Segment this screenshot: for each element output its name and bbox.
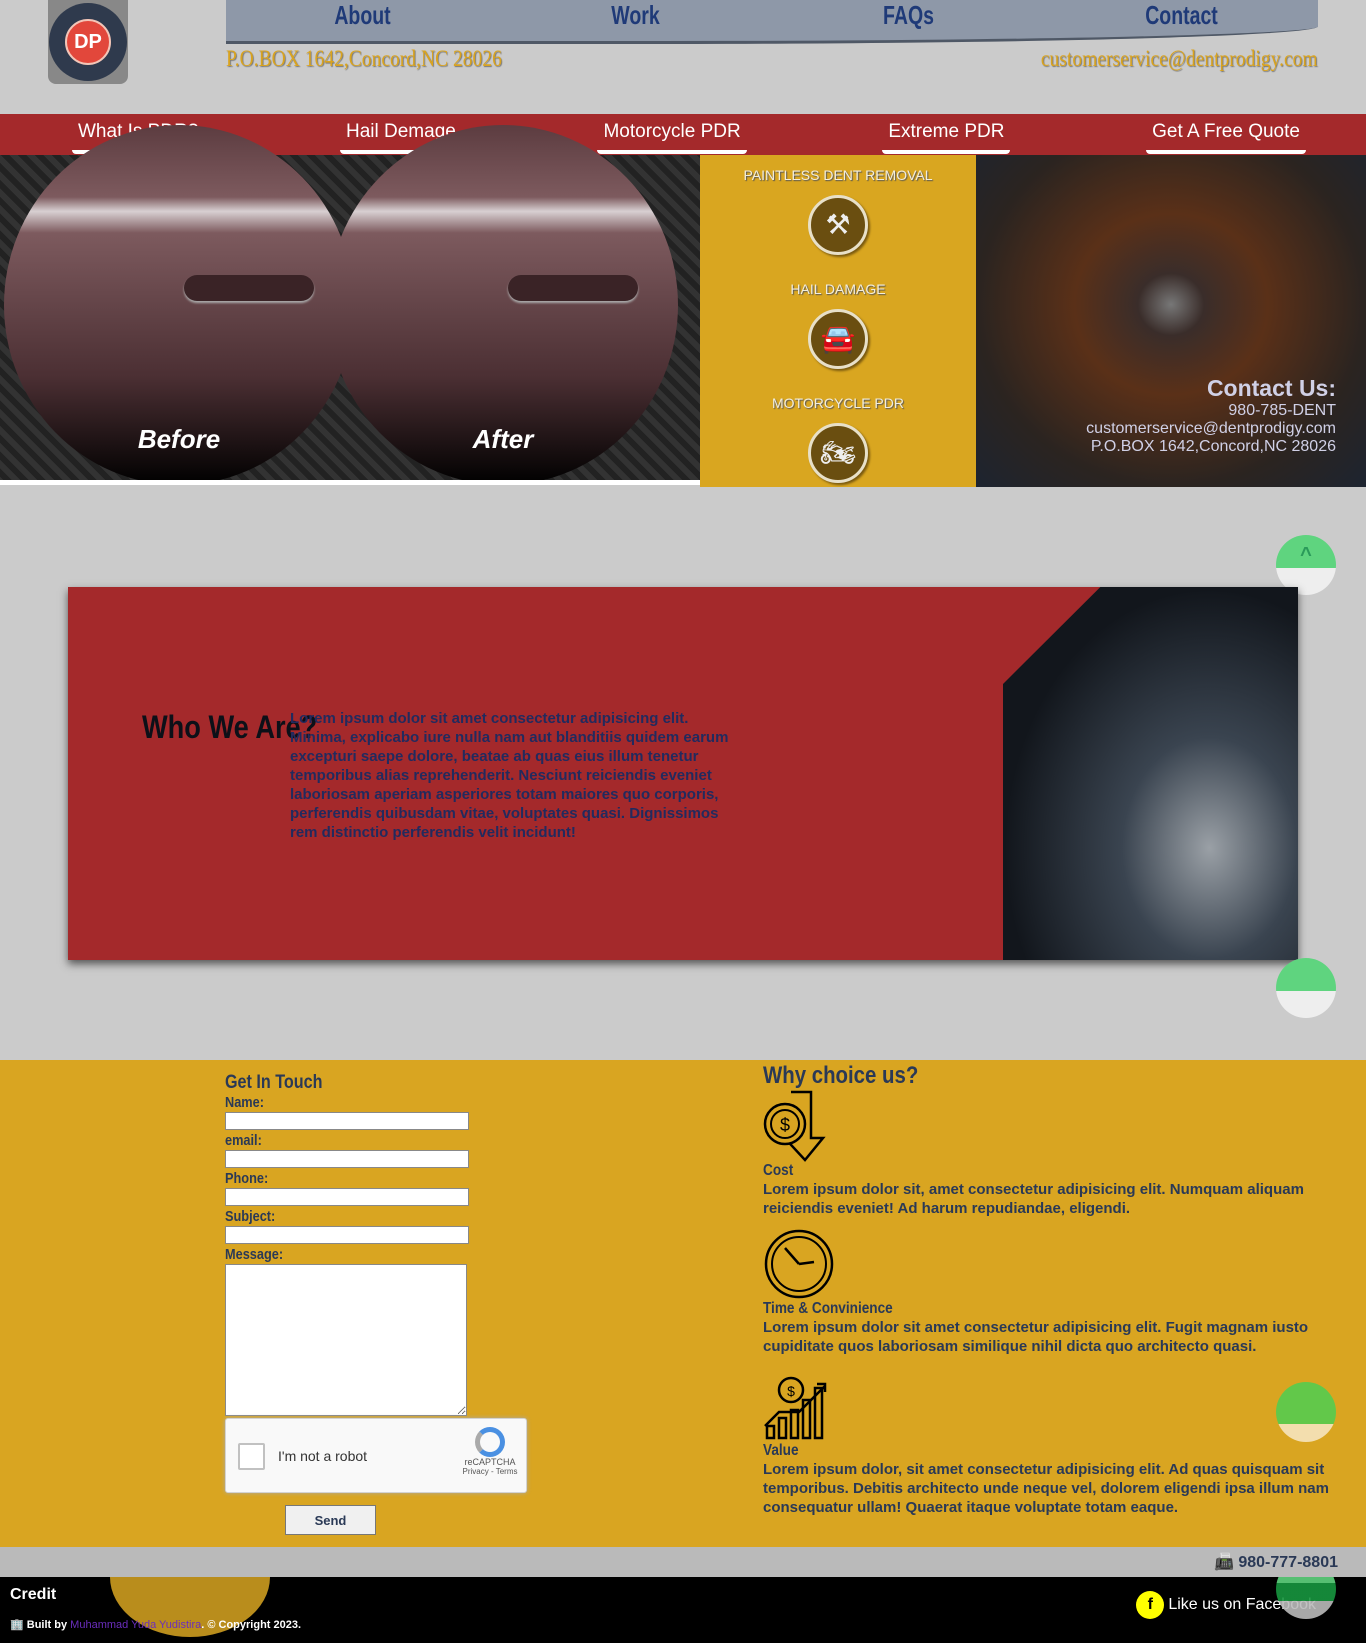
nav-extreme-pdr[interactable]: Extreme PDR: [882, 114, 1011, 154]
nav-contact[interactable]: Contact: [1079, 0, 1284, 41]
phone-input[interactable]: [225, 1188, 469, 1206]
top-nav: About Work FAQs Contact: [226, 0, 1318, 44]
credit-line: 🏢 Built by Muhammad Yuda Yudistira. © Co…: [10, 1619, 302, 1631]
why-item-text: Lorem ipsum dolor sit, amet consectetur …: [763, 1181, 1304, 1217]
scroll-button[interactable]: [1276, 958, 1336, 1018]
before-circle: Before: [4, 125, 354, 485]
captcha-checkbox[interactable]: [238, 1443, 265, 1470]
scroll-top-button[interactable]: ^: [1276, 535, 1336, 595]
message-textarea[interactable]: [225, 1264, 467, 1416]
before-after-image: Before After: [0, 125, 700, 485]
why-item-title: Cost: [763, 1162, 794, 1179]
subject-label: Subject:: [225, 1208, 276, 1225]
header-email[interactable]: customerservice@dentprodigy.com: [1041, 46, 1318, 72]
why-item-text: Lorem ipsum dolor, sit amet consectetur …: [763, 1461, 1329, 1516]
clock-icon: [764, 1229, 834, 1299]
building-icon: 🏢: [10, 1619, 24, 1631]
phone-icon: 📠: [1213, 1554, 1234, 1571]
contact-section: Get In Touch Name: email: Phone: Subject…: [0, 1060, 1366, 1547]
facebook-icon: f: [1136, 1591, 1165, 1619]
subject-input[interactable]: [225, 1226, 469, 1244]
why-choose-us: Why choice us? $ Cost Lorem ipsum dolor …: [763, 1062, 1353, 1517]
why-title: Why choice us?: [763, 1062, 919, 1089]
contact-address: P.O.BOX 1642,Concord,NC 28026: [1090, 438, 1336, 455]
service-label: MOTORCYCLE PDR: [772, 395, 904, 411]
service-label: HAIL DAMAGE: [790, 281, 886, 297]
name-input[interactable]: [225, 1112, 469, 1130]
service-label: PAINTLESS DENT REMOVAL: [743, 167, 933, 183]
phone-number[interactable]: 📠 980-777-8801: [1214, 1552, 1338, 1572]
captcha-label: I'm not a robot: [278, 1448, 368, 1464]
car-image: [1003, 587, 1298, 960]
hammer-icon[interactable]: ⚒: [808, 195, 868, 255]
author-link[interactable]: Muhammad Yuda Yudistira: [70, 1619, 201, 1631]
svg-text:$: $: [787, 1383, 795, 1399]
recaptcha-logo: reCAPTCHA Privacy - Terms: [458, 1427, 522, 1476]
cost-icon: $: [763, 1090, 826, 1162]
contact-title: Contact Us:: [1206, 375, 1336, 401]
footer: Credit 🏢 Built by Muhammad Yuda Yudistir…: [0, 1577, 1366, 1643]
svg-text:$: $: [780, 1115, 790, 1135]
value-chart-icon: $: [764, 1376, 827, 1440]
header-address: P.O.BOX 1642,Concord,NC 28026: [226, 46, 502, 71]
car-icon[interactable]: 🚘: [808, 309, 868, 369]
why-item-title: Time & Convinience: [763, 1300, 893, 1317]
contact-email: customerservice@dentprodigy.com: [1086, 420, 1336, 437]
services-panel: PAINTLESS DENT REMOVAL ⚒ HAIL DAMAGE 🚘 M…: [700, 155, 976, 487]
nav-faqs[interactable]: FAQs: [806, 0, 1011, 41]
nav-about[interactable]: About: [260, 0, 465, 41]
scroll-button[interactable]: [1276, 1382, 1336, 1442]
email-label: email:: [225, 1132, 262, 1149]
nav-motorcycle-pdr[interactable]: Motorcycle PDR: [597, 114, 747, 154]
credit-title: Credit: [10, 1586, 57, 1603]
phone-bar: 📠 980-777-8801: [0, 1547, 1366, 1577]
nav-work[interactable]: Work: [533, 0, 738, 41]
message-label: Message:: [225, 1246, 284, 1263]
email-input[interactable]: [225, 1150, 469, 1168]
why-item-text: Lorem ipsum dolor sit amet consectetur a…: [763, 1319, 1309, 1355]
motorcycle-icon[interactable]: 🏍: [808, 423, 868, 483]
send-button[interactable]: Send: [285, 1505, 376, 1535]
who-text: Lorem ipsum dolor sit amet consectetur a…: [290, 710, 729, 841]
who-we-are-section: Who We Are? Lorem ipsum dolor sit amet c…: [68, 587, 1298, 960]
phone-label: Phone:: [225, 1170, 269, 1187]
form-title: Get In Touch: [225, 1072, 323, 1093]
after-circle: After: [328, 125, 678, 485]
why-item-title: Value: [763, 1442, 799, 1459]
contact-phone: 980-785-DENT: [1228, 402, 1336, 419]
contact-form: Get In Touch Name: email: Phone: Subject…: [225, 1072, 469, 1421]
recaptcha: I'm not a robot reCAPTCHA Privacy - Terms: [225, 1418, 527, 1493]
name-label: Name:: [225, 1094, 264, 1111]
logo[interactable]: DP: [48, 0, 128, 84]
nav-free-quote[interactable]: Get A Free Quote: [1146, 114, 1306, 154]
hero-contact: Contact Us: 980-785-DENT customerservice…: [976, 155, 1366, 487]
